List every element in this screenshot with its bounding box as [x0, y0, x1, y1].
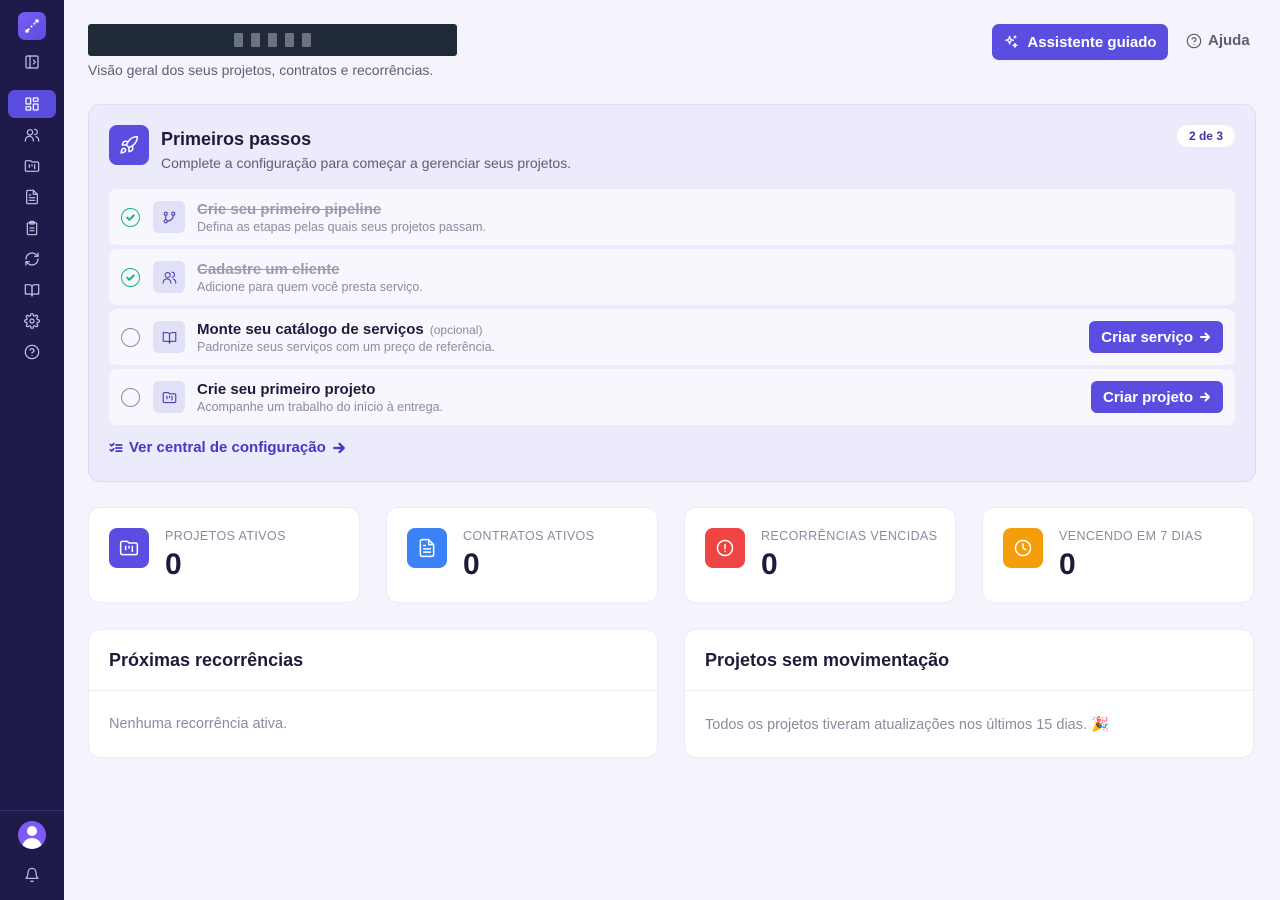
stat-overdue-recurrences: RECORRÊNCIAS VENCIDAS 0: [684, 507, 956, 603]
progress-badge: 2 de 3: [1176, 125, 1235, 147]
stat-label: VENCENDO EM 7 DIAS: [1059, 529, 1203, 543]
rocket-icon: [109, 125, 149, 165]
stat-value: 0: [761, 548, 778, 581]
help-circle-icon: [1186, 33, 1202, 48]
logo-icon: [25, 19, 39, 33]
stat-label: CONTRATOS ATIVOS: [463, 529, 595, 543]
file-text-icon: [407, 528, 447, 568]
sidebar-footer: [0, 810, 64, 900]
empty-state-text: Todos os projetos tiveram atualizações n…: [705, 717, 1110, 733]
divider: [685, 690, 1253, 691]
divider: [89, 690, 657, 691]
page-subtitle: Visão geral dos seus projetos, contratos…: [88, 62, 434, 78]
check-done-icon: [121, 208, 140, 227]
help-label: Ajuda: [1208, 32, 1250, 49]
help-circle-icon: [24, 344, 40, 360]
folder-kanban-icon: [24, 160, 40, 172]
sidebar: [0, 0, 64, 900]
toggle-sidebar-button[interactable]: [8, 48, 56, 76]
folder-kanban-icon: [109, 528, 149, 568]
getting-started-subtitle: Complete a configuração para começar a g…: [161, 155, 572, 171]
panel-title: Projetos sem movimentação: [705, 650, 950, 670]
step-create-pipeline[interactable]: Crie seu primeiro pipeline Defina as eta…: [109, 189, 1235, 245]
help-link[interactable]: Ajuda: [1186, 32, 1250, 49]
upcoming-recurrences-panel: Próximas recorrências Nenhuma recorrênci…: [88, 629, 658, 758]
stat-value: 0: [463, 548, 480, 581]
step-description: Acompanhe um trabalho do início à entreg…: [197, 400, 443, 414]
step-first-project[interactable]: Crie seu primeiro projeto Acompanhe um t…: [109, 369, 1235, 425]
guided-assistant-button[interactable]: Assistente guiado: [992, 24, 1168, 60]
getting-started-card: Primeiros passos Complete a configuração…: [88, 104, 1256, 482]
refresh-icon: [25, 252, 39, 266]
stat-value: 0: [1059, 548, 1076, 581]
sidebar-item-recurrences[interactable]: [8, 245, 56, 273]
sidebar-item-projects[interactable]: [8, 152, 56, 180]
step-title: Crie seu primeiro projeto: [197, 381, 376, 398]
sidebar-item-settings[interactable]: [8, 307, 56, 335]
stat-active-projects: PROJETOS ATIVOS 0: [88, 507, 360, 603]
app-logo[interactable]: [18, 12, 46, 40]
user-avatar[interactable]: [18, 821, 46, 849]
step-title: Cadastre um cliente: [197, 261, 340, 278]
clock-icon: [1003, 528, 1043, 568]
sidebar-item-contracts[interactable]: [8, 183, 56, 211]
sidebar-item-clients[interactable]: [8, 121, 56, 149]
book-open-icon: [153, 321, 185, 353]
stat-label: RECORRÊNCIAS VENCIDAS: [761, 529, 938, 543]
stat-active-contracts: CONTRATOS ATIVOS 0: [386, 507, 658, 603]
panel-title: Próximas recorrências: [109, 650, 304, 670]
step-description: Defina as etapas pelas quais seus projet…: [197, 220, 487, 234]
git-branch-icon: [153, 201, 185, 233]
step-service-catalog[interactable]: Monte seu catálogo de serviços (opcional)…: [109, 309, 1235, 365]
guided-assistant-label: Assistente guiado: [1027, 33, 1157, 51]
stat-value: 0: [165, 548, 182, 581]
steps-list: Crie seu primeiro pipeline Defina as eta…: [109, 189, 1235, 429]
list-checks-icon: [109, 442, 123, 452]
sidebar-item-tasks[interactable]: [8, 214, 56, 242]
panel-toggle-icon: [25, 55, 39, 69]
file-text-icon: [26, 189, 38, 205]
setup-center-label: Ver central de configuração: [129, 439, 326, 456]
step-add-client[interactable]: Cadastre um cliente Adicione para quem v…: [109, 249, 1235, 305]
step-description: Padronize seus serviços com um preço de …: [197, 340, 496, 354]
notifications-button[interactable]: [8, 861, 56, 889]
bell-icon: [25, 867, 39, 883]
folder-kanban-icon: [153, 381, 185, 413]
stale-projects-panel: Projetos sem movimentação Todos os proje…: [684, 629, 1254, 758]
arrow-right-icon: [332, 442, 345, 453]
check-done-icon: [121, 268, 140, 287]
setup-center-link[interactable]: Ver central de configuração: [109, 439, 346, 456]
page-title-redacted: [88, 24, 457, 56]
arrow-right-icon: [1200, 332, 1210, 342]
settings-icon: [24, 313, 40, 329]
sidebar-item-help[interactable]: [8, 338, 56, 366]
create-service-button[interactable]: Criar serviço: [1089, 321, 1223, 353]
check-empty-icon: [121, 388, 140, 407]
optional-tag: (opcional): [429, 323, 483, 337]
clipboard-icon: [26, 220, 38, 236]
check-empty-icon: [121, 328, 140, 347]
sidebar-item-catalog[interactable]: [8, 276, 56, 304]
step-title-text: Monte seu catálogo de serviços: [197, 321, 424, 338]
book-open-icon: [24, 284, 40, 297]
step-title: Crie seu primeiro pipeline: [197, 201, 382, 218]
create-project-button[interactable]: Criar projeto: [1090, 381, 1223, 413]
stat-due-7-days: VENCENDO EM 7 DIAS 0: [982, 507, 1254, 603]
users-icon: [153, 261, 185, 293]
sidebar-item-dashboard[interactable]: [8, 90, 56, 118]
step-description: Adicione para quem você presta serviço.: [197, 280, 423, 294]
create-service-label: Criar serviço: [1101, 328, 1193, 346]
step-title: Monte seu catálogo de serviços (opcional): [197, 321, 482, 338]
arrow-right-icon: [1200, 392, 1210, 402]
getting-started-title: Primeiros passos: [161, 129, 312, 149]
stat-label: PROJETOS ATIVOS: [165, 529, 286, 543]
alert-circle-icon: [705, 528, 745, 568]
empty-state-text: Nenhuma recorrência ativa.: [109, 716, 288, 732]
dashboard-icon: [25, 97, 39, 111]
sparkles-icon: [1005, 35, 1018, 48]
create-project-label: Criar projeto: [1102, 388, 1193, 406]
users-icon: [24, 128, 40, 142]
